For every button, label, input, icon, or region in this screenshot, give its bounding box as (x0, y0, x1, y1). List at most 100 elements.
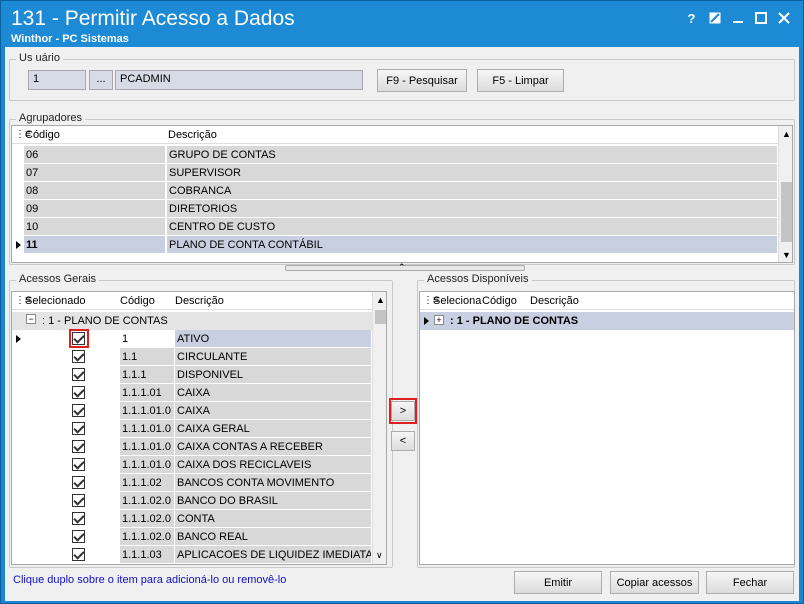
table-row[interactable]: 1.1.1.02.0 CONTA (12, 510, 386, 528)
tree-node-plano-contas[interactable]: − : 1 - PLANO DE CONTAS (12, 312, 386, 330)
cell-codigo: 1.1.1.01.0 (120, 438, 175, 456)
cell-descricao: BANCOS CONTA MOVIMENTO (175, 474, 372, 492)
user-name-field[interactable]: PCADMIN (115, 70, 363, 90)
col-codigo[interactable]: Código (25, 129, 60, 141)
checkbox[interactable] (72, 476, 85, 489)
table-row[interactable]: 1.1.1 DISPONIVEL (12, 366, 386, 384)
scroll-thumb[interactable] (375, 310, 386, 324)
col-selecionado[interactable]: Selecionado (25, 295, 86, 307)
tree-node-label: : 1 - PLANO DE CONTAS (450, 315, 579, 327)
user-lookup-button[interactable]: ... (89, 70, 113, 90)
scroll-down-icon[interactable]: ▼ (782, 250, 791, 260)
col-selecionado[interactable]: Seleciona (433, 295, 481, 307)
cell-selecionado (40, 546, 120, 564)
checkbox[interactable] (72, 350, 85, 363)
cell-codigo: 1.1.1.02.0 (120, 510, 175, 528)
checkbox[interactable] (72, 440, 85, 453)
acessos-disponiveis-grid[interactable]: ⋮≡ Seleciona Código Descrição + : 1 - PL… (419, 291, 795, 565)
cell-descricao: CAIXA (175, 384, 372, 402)
emitir-button[interactable]: Emitir (514, 571, 602, 594)
cell-codigo: 1.1.1.01.0 (120, 420, 175, 438)
cell-codigo: 1.1.1.03 (120, 546, 175, 564)
table-row[interactable]: 10 CENTRO DE CUSTO (12, 218, 792, 236)
scroll-thumb[interactable] (781, 182, 792, 242)
table-row[interactable]: 09 DIRETORIOS (12, 200, 792, 218)
splitter-handle[interactable]: ⌃ (285, 262, 525, 273)
table-row[interactable]: 1.1.1.01.0 CAIXA GERAL (12, 420, 386, 438)
cell-descricao: DISPONIVEL (175, 366, 372, 384)
scroll-up-icon[interactable]: ▲ (376, 295, 385, 305)
checkbox[interactable] (72, 530, 85, 543)
tree-node-label: : 1 - PLANO DE CONTAS (42, 315, 168, 327)
collapse-icon[interactable]: − (26, 314, 36, 324)
checkbox[interactable] (72, 458, 85, 471)
col-descricao[interactable]: Descrição (175, 295, 224, 307)
table-row[interactable]: 1.1.1.02 BANCOS CONTA MOVIMENTO (12, 474, 386, 492)
cell-selecionado (40, 366, 120, 384)
col-descricao[interactable]: Descrição (530, 295, 579, 307)
edit-icon[interactable] (703, 9, 726, 27)
scroll-down-icon[interactable]: ∨ (376, 550, 383, 561)
col-descricao[interactable]: Descrição (168, 129, 217, 141)
table-row[interactable]: 06 GRUPO DE CONTAS (12, 146, 792, 164)
table-row[interactable]: 1.1.1.01.0 CAIXA (12, 402, 386, 420)
cell-codigo: 1.1.1.01.0 (120, 402, 175, 420)
checkbox[interactable] (72, 548, 85, 561)
fechar-button[interactable]: Fechar (706, 571, 794, 594)
table-row[interactable]: 11 PLANO DE CONTA CONTÁBIL (12, 236, 792, 254)
col-codigo[interactable]: Código (482, 295, 517, 307)
cell-descricao: ATIVO (175, 330, 372, 348)
table-row[interactable]: 08 COBRANCA (12, 182, 792, 200)
tree-node-plano-contas[interactable]: + : 1 - PLANO DE CONTAS (420, 312, 794, 330)
cell-descricao: CAIXA (175, 402, 372, 420)
maximize-icon[interactable] (749, 9, 772, 27)
cell-codigo: 07 (24, 164, 166, 182)
checkbox[interactable] (72, 422, 85, 435)
checkbox[interactable] (72, 404, 85, 417)
acessos-gerais-grid[interactable]: ⋮≡ Selecionado Código Descrição − : 1 - … (11, 291, 387, 565)
row-pointer-icon (16, 241, 21, 249)
cell-selecionado (40, 510, 120, 528)
table-row[interactable]: 1.1 CIRCULANTE (12, 348, 386, 366)
agrupadores-scrollbar[interactable]: ▲ ▼ (778, 126, 792, 262)
checkbox[interactable] (72, 386, 85, 399)
table-row[interactable]: 1 ATIVO (12, 329, 386, 348)
cell-descricao: CENTRO DE CUSTO (167, 218, 778, 236)
agrupadores-header: ⋮≡ Código Descrição (12, 126, 792, 144)
close-icon[interactable] (772, 9, 795, 27)
table-row[interactable]: 1.1.1.02.0 BANCO DO BRASIL (12, 492, 386, 510)
cell-codigo: 06 (24, 146, 166, 164)
row-pointer-icon (16, 335, 21, 343)
expand-icon[interactable]: + (434, 315, 444, 325)
chevron-up-icon[interactable]: ⌃ (398, 262, 406, 273)
search-button[interactable]: F9 - Pesquisar (377, 69, 467, 92)
clear-button[interactable]: F5 - Limpar (477, 69, 564, 92)
agrupadores-grid[interactable]: ⋮≡ Código Descrição 06 GRUPO DE CONTAS 07 S… (11, 125, 793, 263)
cell-selecionado (40, 474, 120, 492)
cell-codigo: 1.1.1.02 (120, 474, 175, 492)
remove-access-button[interactable]: < (391, 431, 415, 451)
table-row[interactable]: 07 SUPERVISOR (12, 164, 792, 182)
cell-selecionado (40, 528, 120, 546)
checkbox[interactable] (72, 494, 85, 507)
table-row[interactable]: 1.1.1.03 APLICACOES DE LIQUIDEZ IMEDIATA (12, 546, 386, 564)
cell-descricao: COBRANCA (167, 182, 778, 200)
table-row[interactable]: 1.1.1.01.0 CAIXA CONTAS A RECEBER (12, 438, 386, 456)
scroll-up-icon[interactable]: ▲ (782, 129, 791, 139)
checkbox[interactable] (72, 368, 85, 381)
table-row[interactable]: 1.1.1.01 CAIXA (12, 384, 386, 402)
cell-descricao: DIRETORIOS (167, 200, 778, 218)
table-row[interactable]: 1.1.1.02.0 BANCO REAL (12, 528, 386, 546)
checkbox[interactable] (72, 512, 85, 525)
minimize-icon[interactable] (726, 9, 749, 27)
acessos-gerais-scrollbar[interactable]: ▲ ∨ (372, 292, 386, 564)
window-title: 131 - Permitir Acesso a Dados (11, 7, 295, 30)
col-codigo[interactable]: Código (120, 295, 155, 307)
help-button[interactable]: ? (680, 9, 703, 27)
table-row[interactable]: 1.1.1.01.0 CAIXA DOS RECICLAVEIS (12, 456, 386, 474)
copiar-acessos-button[interactable]: Copiar acessos (610, 571, 699, 594)
acessos-gerais-header: ⋮≡ Selecionado Código Descrição (12, 292, 386, 310)
cell-descricao: BANCO REAL (175, 528, 372, 546)
client-area: Us uário 1 ... PCADMIN F9 - Pesquisar F5… (5, 47, 799, 601)
user-code-field[interactable]: 1 (28, 70, 86, 90)
